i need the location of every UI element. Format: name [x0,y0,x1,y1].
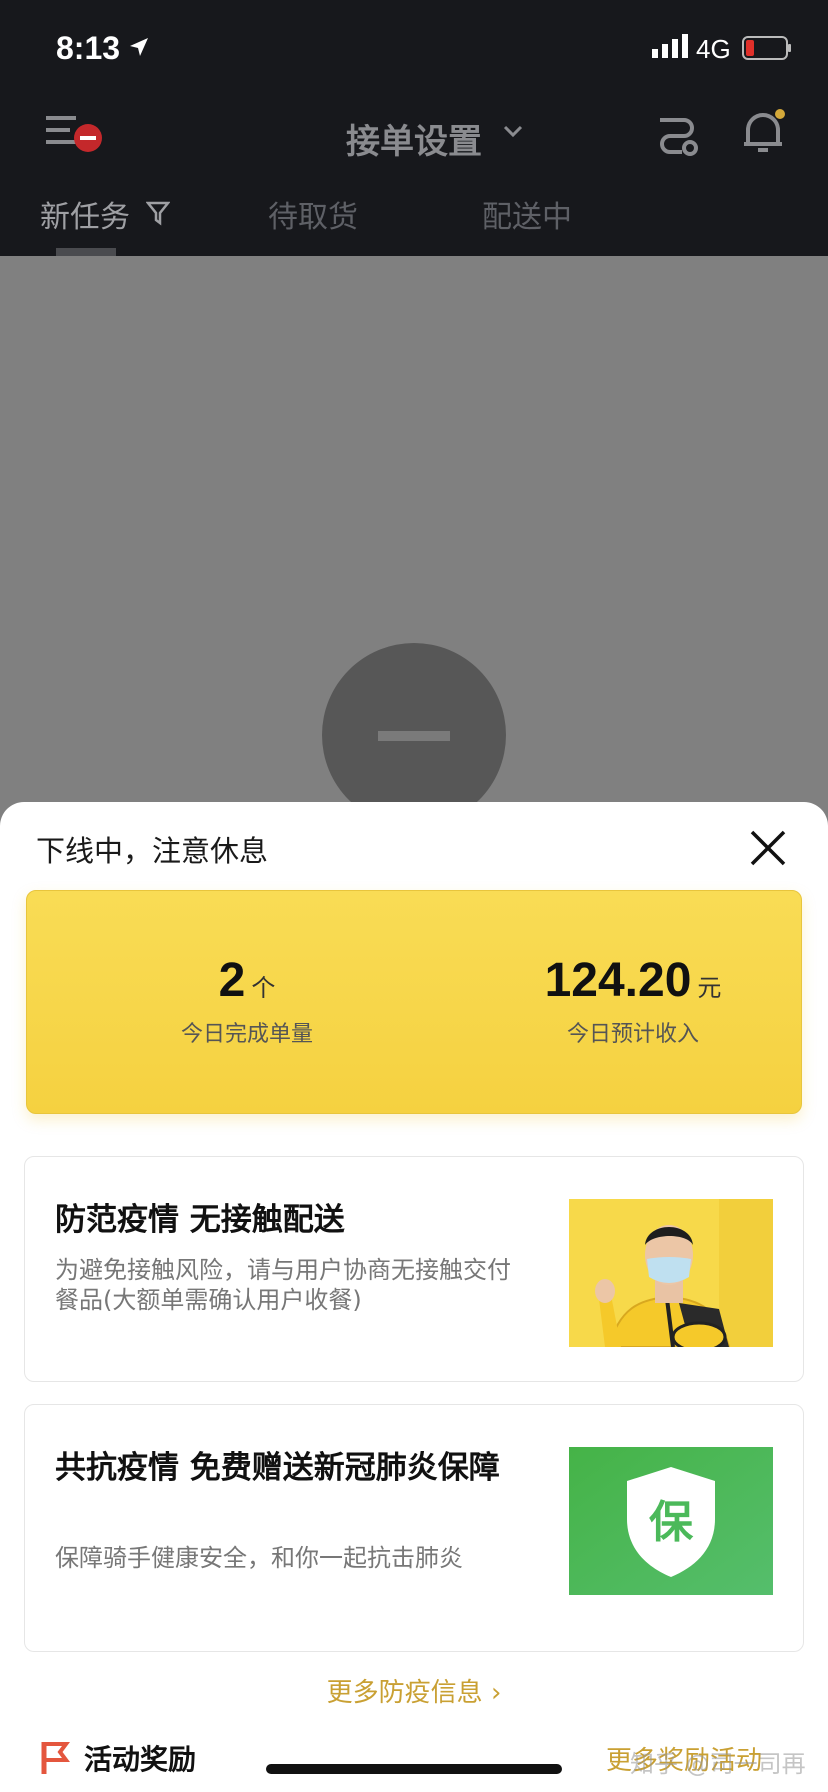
page-title[interactable]: 接单设置 [346,114,482,163]
close-icon[interactable] [744,824,792,872]
chevron-down-icon[interactable] [503,124,523,138]
orders-unit: 个 [251,974,276,1002]
shield-label: 保 [649,1497,694,1548]
top-nav: 接单设置 新任务 待取货 配送中 [0,96,828,256]
location-arrow-icon [130,38,148,56]
status-bar: 8:13 4G [0,0,828,96]
active-tab-indicator [56,248,116,256]
card-description: 为避免接触风险，请与用户协商无接触交付餐品(大额单需确认用户收餐) [55,1256,511,1314]
sheet-title: 下线中，注意休息 [36,834,269,868]
contactless-delivery-card[interactable]: 防范疫情 无接触配送 为避免接触风险，请与用户协商无接触交付餐品(大额单需确认用… [24,1156,804,1382]
activity-rewards-label: 活动奖励 [84,1743,197,1776]
filter-icon[interactable] [146,200,170,226]
card-description: 保障骑手健康安全，和你一起抗击肺炎 [55,1544,463,1572]
tab-pending-pickup[interactable]: 待取货 [268,192,358,236]
more-link-label: 更多防疫信息 [326,1678,483,1708]
go-online-button[interactable] [322,643,506,827]
status-time: 8:13 [56,30,121,66]
chevron-right-icon: › [490,1678,502,1708]
income-unit: 元 [697,974,722,1002]
flag-icon [41,1742,70,1774]
bell-icon[interactable] [740,108,786,158]
home-indicator[interactable] [266,1764,562,1774]
offline-bottom-sheet: 下线中，注意休息 2个 今日完成单量 124.20 元 今日预计收入 防范疫情 无… [0,802,828,1792]
orders-value: 2 [218,954,246,1007]
activity-rewards-row: 活动奖励 更多奖励活动 知乎 @司一司再 [0,1730,828,1792]
task-tabs: 新任务 待取货 配送中 [0,192,828,256]
insurance-shield-icon: 保 [569,1447,773,1595]
orders-label: 今日完成单量 [180,1022,313,1047]
income-value: 124.20 [544,954,692,1007]
card-title: 防范疫情 无接触配送 [55,1202,345,1238]
battery-icon [742,36,791,60]
menu-icon[interactable] [44,110,106,154]
more-epidemic-info-link[interactable]: 更多防疫信息 › [0,1672,828,1709]
rider-with-mask-photo [569,1199,773,1347]
free-insurance-card[interactable]: 共抗疫情 免费赠送新冠肺炎保障 保障骑手健康安全，和你一起抗击肺炎 保 [24,1404,804,1652]
tab-new-tasks[interactable]: 新任务 [40,192,130,236]
route-icon[interactable] [654,110,700,158]
card-title: 共抗疫情 免费赠送新冠肺炎保障 [55,1450,500,1486]
income-stat: 124.20 元 今日预计收入 [503,953,763,1048]
watermark: 知乎 @司一司再 [630,1750,806,1778]
tab-delivering[interactable]: 配送中 [482,192,572,236]
income-label: 今日预计收入 [566,1022,699,1047]
signal-icon [652,34,688,58]
orders-stat: 2个 今日完成单量 [127,953,367,1048]
minus-icon [378,731,450,741]
today-stats-card: 2个 今日完成单量 124.20 元 今日预计收入 [26,890,802,1114]
network-label: 4G [696,34,731,64]
